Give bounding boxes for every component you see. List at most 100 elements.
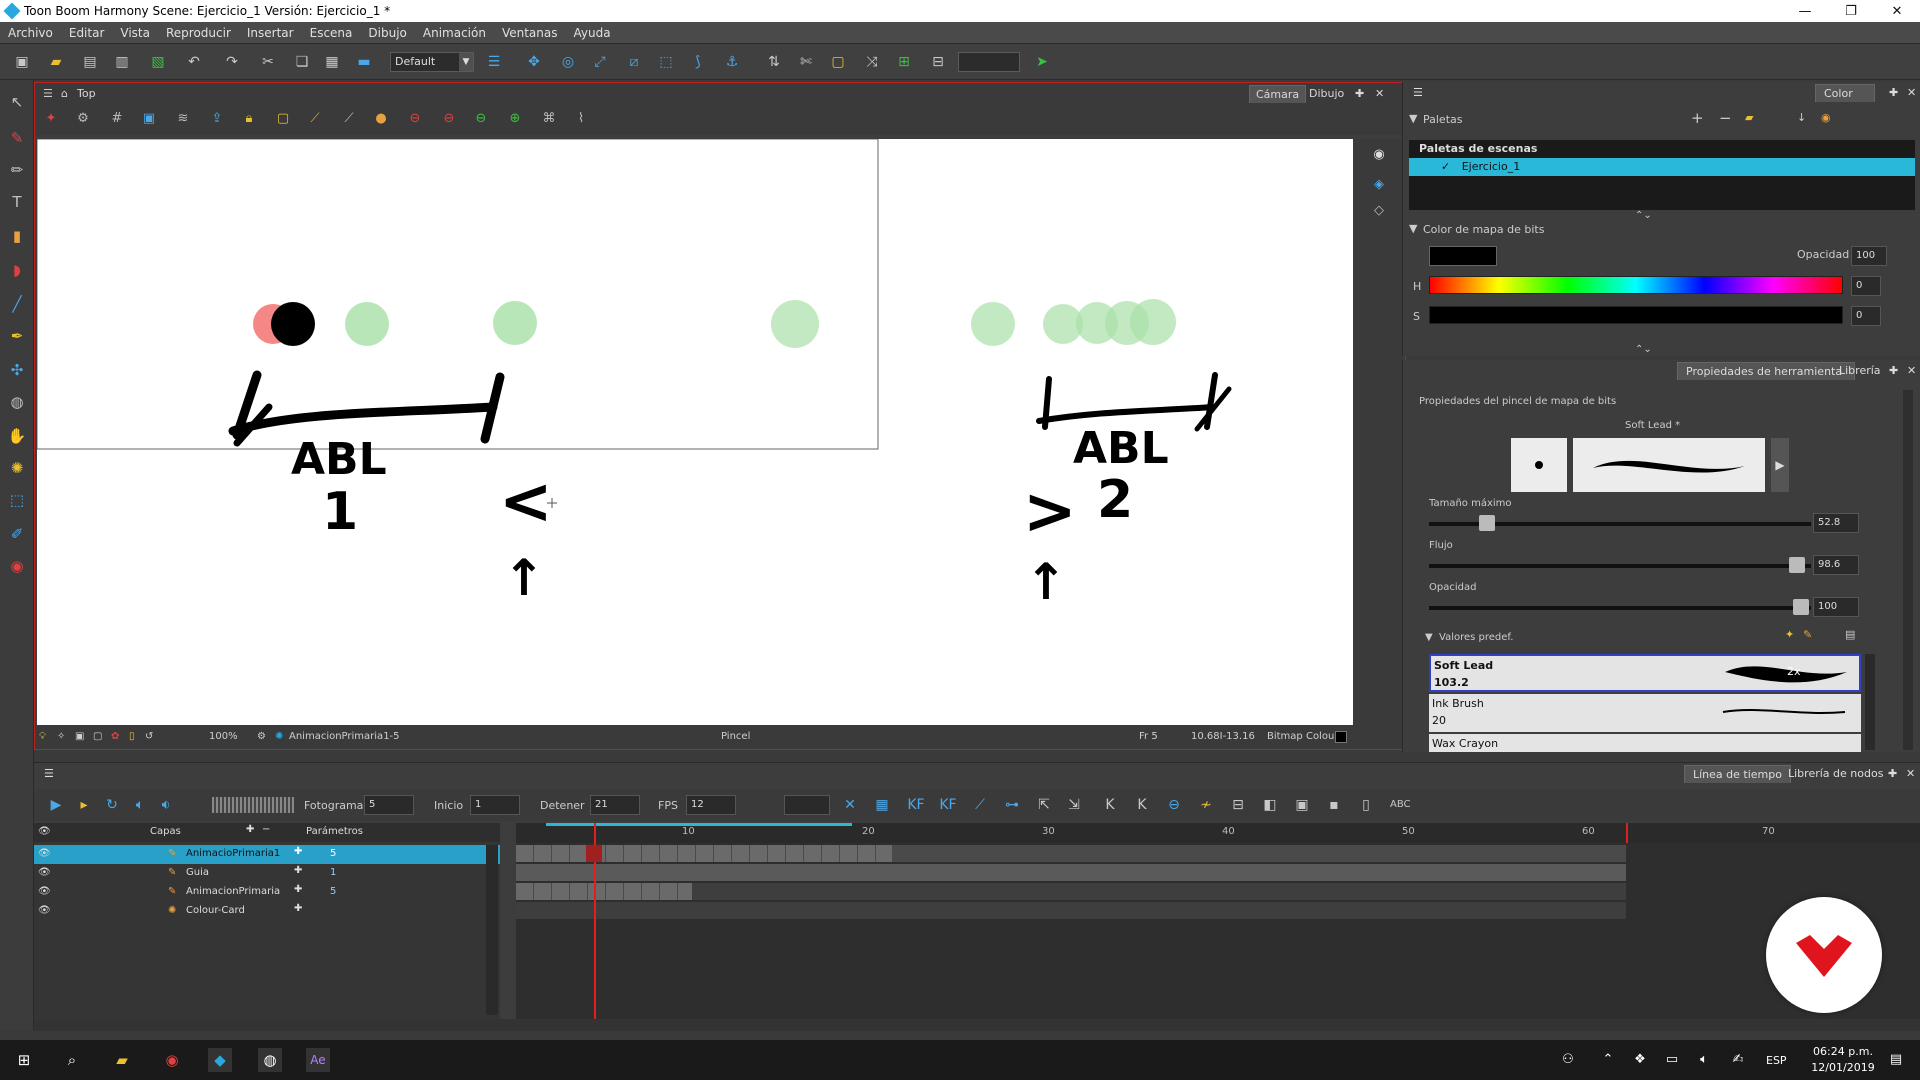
loop-icon[interactable]: ↻ <box>102 795 122 815</box>
zoom-level[interactable]: 100% <box>209 731 238 742</box>
transform-icon[interactable]: ⬚ <box>656 52 676 72</box>
opacity-input[interactable]: 100 <box>1851 246 1887 266</box>
light-table-icon[interactable]: ≋ <box>173 109 193 129</box>
rotate-icon[interactable]: ◎ <box>558 52 578 72</box>
motion-keyframe-icon[interactable]: ▦ <box>872 795 892 815</box>
color-swatch[interactable] <box>1429 246 1497 266</box>
import-icon[interactable]: ▧ <box>148 52 168 72</box>
frame-icon[interactable]: ▢ <box>828 52 848 72</box>
layers-icon[interactable]: ◈ <box>1369 175 1389 195</box>
unlock-icon[interactable]: ▢ <box>273 109 293 129</box>
clock-date[interactable]: 12/01/2019 <box>1808 1061 1878 1074</box>
hue-input[interactable]: 0 <box>1851 276 1881 296</box>
layers-scrollbar[interactable] <box>486 845 498 1015</box>
collapse-frames-icon[interactable]: K <box>1132 795 1152 815</box>
cutter-icon[interactable]: ◍ <box>7 392 27 412</box>
stop-motion-icon[interactable]: ⟋ <box>970 795 990 815</box>
notifications-icon[interactable]: ▤ <box>1884 1048 1908 1072</box>
next-key-icon[interactable]: ⇲ <box>1064 795 1084 815</box>
eye-icon[interactable]: ◉ <box>1369 145 1389 165</box>
play-selection-icon[interactable]: ▸ <box>74 795 94 815</box>
visibility-icon[interactable]: 👁︎ <box>38 905 51 916</box>
tab-library[interactable]: Librería <box>1831 362 1889 380</box>
palette-item-ejercicio[interactable]: ✓ Ejercicio_1 <box>1409 158 1915 176</box>
panel-menu-icon[interactable]: ☰ <box>36 765 62 783</box>
thumbnails-icon[interactable]: ◧ <box>1260 795 1280 815</box>
layer-row[interactable]: 👁︎ ✎ AnimacionPrimaria ✚ 5 <box>34 883 500 902</box>
menu-editar[interactable]: Editar <box>61 26 113 40</box>
copy-icon[interactable]: ❏ <box>292 52 312 72</box>
morph-hint-icon[interactable]: ⌇ <box>571 109 591 129</box>
split-view-icon[interactable]: ⊟ <box>1228 795 1248 815</box>
opacity-input[interactable]: 100 <box>1813 597 1859 617</box>
palette-folder-icon[interactable]: ▰ <box>1745 111 1753 124</box>
sound-icon[interactable]: 🔈︎ <box>130 795 150 815</box>
workspace-select[interactable]: Default ▼ <box>390 52 474 72</box>
frame-input[interactable]: 5 <box>364 795 414 815</box>
cell-toggle-icon[interactable]: ▪ <box>1324 795 1344 815</box>
search-icon[interactable]: ⌕ <box>60 1048 84 1072</box>
close-panel-icon[interactable]: ✕ <box>1899 84 1920 102</box>
frame-cells-1[interactable] <box>516 845 892 862</box>
menu-vista[interactable]: Vista <box>112 26 158 40</box>
tab-timeline[interactable]: Línea de tiempo <box>1684 765 1791 783</box>
palettes-expand-icon[interactable]: ▼ <box>1409 112 1417 125</box>
paste-icon[interactable]: ▦ <box>322 52 342 72</box>
hand-icon[interactable]: ✋ <box>7 426 27 446</box>
remove-layer-icon[interactable]: − <box>262 824 270 835</box>
save-icon[interactable]: ▤ <box>80 52 100 72</box>
remove-palette-icon[interactable]: − <box>1719 109 1732 127</box>
app-icon[interactable]: ◍ <box>258 1048 282 1072</box>
tool-properties-scrollbar[interactable] <box>1903 390 1913 750</box>
pointer-icon[interactable]: ➤ <box>1032 52 1052 72</box>
menu-ayuda[interactable]: Ayuda <box>566 26 619 40</box>
onion-skin-icon[interactable]: ✦ <box>41 109 61 129</box>
brush-menu-arrow-icon[interactable]: ▶ <box>1771 438 1789 492</box>
next-drawing-icon[interactable]: ⊖ <box>471 109 491 129</box>
render-icon[interactable]: ▬ <box>354 52 374 72</box>
chevron-up-icon[interactable]: ⌃ <box>1596 1048 1620 1072</box>
close-button[interactable]: ✕ <box>1874 4 1920 19</box>
hold-icon[interactable]: ⊶ <box>1002 795 1022 815</box>
file-explorer-icon[interactable]: ▰ <box>110 1048 134 1072</box>
menu-archivo[interactable]: Archivo <box>0 26 61 40</box>
layer-row[interactable]: 👁︎ ✺ Colour-Card ✚ <box>34 902 500 921</box>
safe-area-icon[interactable]: ▣ <box>139 109 159 129</box>
workspace-manager-icon[interactable]: ☰ <box>484 52 504 72</box>
label-toggle-icon[interactable]: ABC <box>1390 795 1411 815</box>
add-layer-icon[interactable]: ✚ <box>246 824 254 835</box>
paint-bucket-icon[interactable]: ◗ <box>7 260 27 280</box>
brush-icon[interactable]: ✎ <box>7 128 27 148</box>
perspective-icon[interactable]: ✐ <box>7 524 27 544</box>
cut-icon[interactable]: ✂ <box>258 52 278 72</box>
frame-cells-3[interactable] <box>516 883 692 900</box>
dropper-icon[interactable]: ✒ <box>7 326 27 346</box>
expand-frames-icon[interactable]: K <box>1100 795 1120 815</box>
onion-toggle-icon[interactable]: ✿ <box>111 731 119 742</box>
ease-icon[interactable]: ✕ <box>840 795 860 815</box>
cells-icon[interactable]: ▣ <box>1292 795 1312 815</box>
preset-ink-brush[interactable]: Ink Brush 20 <box>1429 694 1861 732</box>
chrome-icon[interactable]: ◉ <box>160 1048 184 1072</box>
new-scene-icon[interactable]: ▣ <box>12 52 32 72</box>
layer-row[interactable]: 👁︎ ✎ AnimacioPrimaria1 ✚ 5 <box>34 845 500 864</box>
dropbox-icon[interactable]: ❖ <box>1628 1048 1652 1072</box>
hue-slider[interactable] <box>1429 276 1843 294</box>
tab-camera[interactable]: Cámara <box>1249 85 1307 103</box>
pencil-icon[interactable]: ✏ <box>7 160 27 180</box>
link-icon[interactable]: ⤨ <box>862 52 882 72</box>
maximize-button[interactable]: ❐ <box>1828 4 1874 19</box>
envelope-icon[interactable]: ⬚ <box>7 490 27 510</box>
presets-expand-icon[interactable]: ▼ <box>1425 632 1433 643</box>
rename-preset-icon[interactable]: ✎ <box>1803 628 1812 641</box>
timeline-scrollbar[interactable] <box>34 1019 1920 1031</box>
light-bulb-icon[interactable]: 💡︎ <box>39 731 46 742</box>
close-panel-icon[interactable]: ✕ <box>1898 765 1920 783</box>
menu-insertar[interactable]: Insertar <box>239 26 302 40</box>
settings-small-icon[interactable]: ⚙ <box>257 731 266 742</box>
grid-icon[interactable]: ⊟ <box>928 52 948 72</box>
tab-color[interactable]: Color <box>1815 84 1875 102</box>
after-effects-icon[interactable]: Ae <box>306 1048 330 1072</box>
prev-key-icon[interactable]: ⇱ <box>1034 795 1054 815</box>
panel-menu-icon[interactable]: ☰ <box>1405 84 1431 102</box>
